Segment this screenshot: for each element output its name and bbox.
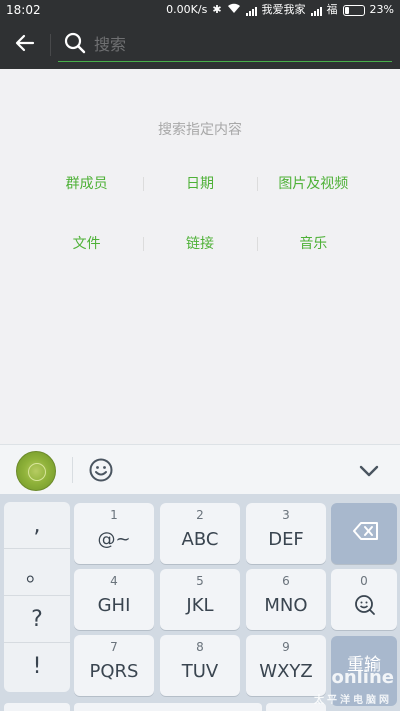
- category-date[interactable]: 日期: [143, 174, 256, 194]
- key-label: JKL: [186, 595, 214, 616]
- key-label: PQRS: [89, 661, 139, 682]
- search-header: [0, 22, 400, 69]
- key-number: 2: [196, 508, 204, 522]
- key-7[interactable]: 7 PQRS: [74, 635, 154, 696]
- status-bar: 18:02 0.00K/s ✱ 我爱我家 福 23%: [0, 0, 400, 22]
- key-number: 4: [110, 574, 118, 588]
- key-label: TUV: [181, 661, 219, 682]
- key-label: DEF: [268, 529, 304, 550]
- search-content: 搜索指定内容 群成员 日期 图片及视频 文件 链接 音乐: [0, 69, 400, 444]
- key-8[interactable]: 8 TUV: [160, 635, 240, 696]
- key-label: ABC: [181, 529, 219, 550]
- key-5[interactable]: 5 JKL: [160, 569, 240, 630]
- key-number: 3: [282, 508, 290, 522]
- key-number: 5: [196, 574, 204, 588]
- search-icon: [64, 32, 86, 58]
- watermark-main: online: [331, 667, 394, 688]
- category-row-1: 群成员 日期 图片及视频: [30, 174, 370, 194]
- key-number: 6: [282, 574, 290, 588]
- search-input[interactable]: [94, 30, 384, 58]
- toolbar-divider: [72, 457, 73, 483]
- keyboard-toolbar: [0, 444, 400, 494]
- category-music[interactable]: 音乐: [256, 234, 370, 254]
- chevron-down-icon[interactable]: [356, 461, 382, 481]
- keyboard: , 。 ? ! 1 @~ 2 ABC 3 DEF 4 GHI 5 JKL 6 MNO 0 7…: [0, 494, 400, 711]
- search-box[interactable]: [58, 26, 392, 62]
- keyboard-logo-button[interactable]: [16, 451, 56, 491]
- key-number: 0: [360, 574, 368, 588]
- backspace-icon: [353, 522, 379, 544]
- key-3[interactable]: 3 DEF: [246, 503, 326, 564]
- watermark-sub: 太平洋电脑网: [314, 695, 392, 706]
- key-period[interactable]: 。: [4, 549, 70, 596]
- signal-icon: [245, 5, 257, 16]
- key-number: 7: [110, 640, 118, 654]
- search-hint: 搜索指定内容: [158, 122, 242, 138]
- delete-key[interactable]: [331, 503, 397, 564]
- key-2[interactable]: 2 ABC: [160, 503, 240, 564]
- category-links[interactable]: 链接: [143, 234, 256, 254]
- category-members[interactable]: 群成员: [30, 174, 143, 194]
- carrier-label: 福: [326, 3, 338, 16]
- punctuation-column: , 。 ? !: [4, 502, 70, 692]
- header-divider: [50, 34, 51, 56]
- category-row-2: 文件 链接 音乐: [30, 234, 370, 254]
- key-number: 8: [196, 640, 204, 654]
- key-1[interactable]: 1 @~: [74, 503, 154, 564]
- key-0-emoji[interactable]: 0: [331, 569, 397, 630]
- key-exclamation[interactable]: !: [4, 643, 70, 690]
- key-question[interactable]: ?: [4, 596, 70, 643]
- category-images-videos[interactable]: 图片及视频: [256, 174, 370, 194]
- network-label: 我爱我家: [261, 3, 306, 16]
- signal-icon-2: [310, 5, 322, 16]
- back-button[interactable]: [8, 28, 42, 62]
- battery-icon: [342, 4, 365, 16]
- battery-percent: 23%: [369, 3, 394, 16]
- bluetooth-icon: ✱: [212, 3, 222, 16]
- key-number: 1: [110, 508, 118, 522]
- status-time: 18:02: [6, 3, 41, 17]
- key-6[interactable]: 6 MNO: [246, 569, 326, 630]
- key-label: GHI: [97, 595, 131, 616]
- status-right: 0.00K/s ✱ 我爱我家 福 23%: [166, 3, 394, 17]
- key-label: MNO: [264, 595, 308, 616]
- key-comma[interactable]: ,: [4, 502, 70, 549]
- arrow-left-icon: [15, 33, 35, 57]
- smiley-icon[interactable]: [88, 457, 114, 483]
- key-number: 9: [282, 640, 290, 654]
- wifi-icon: [227, 3, 241, 17]
- key-4[interactable]: 4 GHI: [74, 569, 154, 630]
- category-files[interactable]: 文件: [30, 234, 143, 254]
- watermark: online 太平洋电脑网: [282, 667, 394, 707]
- network-speed: 0.00K/s: [166, 3, 208, 16]
- key-label: @~: [97, 529, 131, 550]
- search-emoji-icon: [354, 594, 376, 620]
